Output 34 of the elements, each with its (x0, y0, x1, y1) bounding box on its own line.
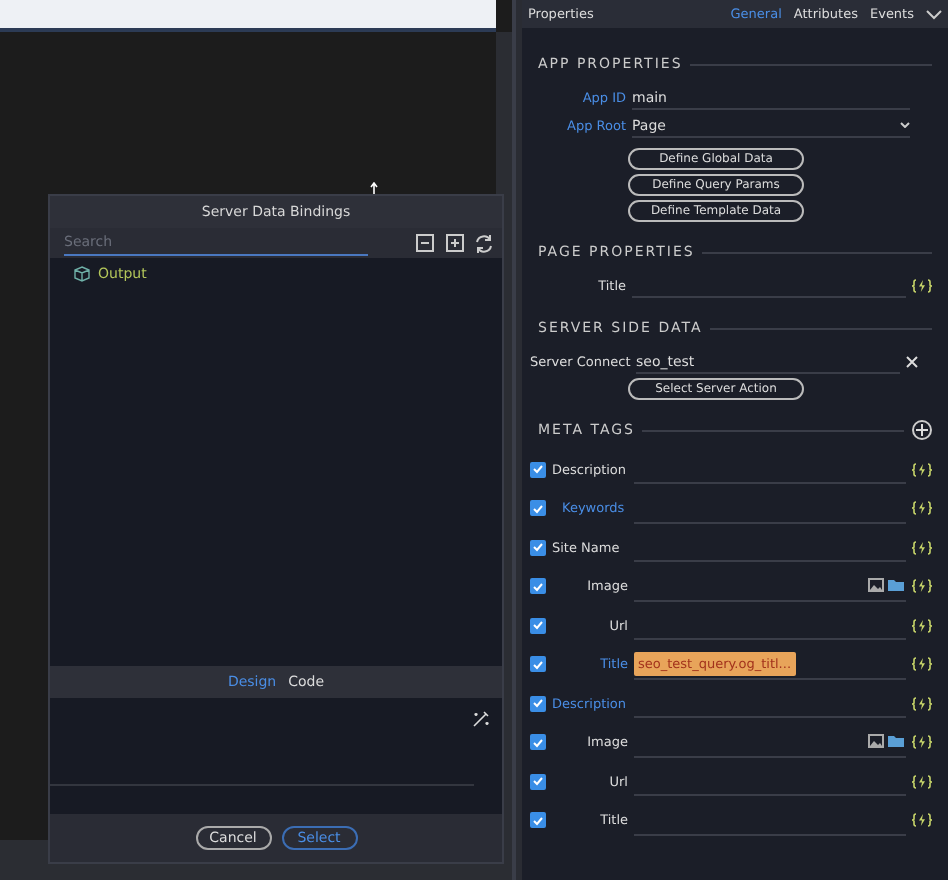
image-icon[interactable] (868, 734, 884, 749)
image-icon[interactable] (868, 578, 884, 593)
add-icon[interactable] (912, 420, 932, 440)
checkbox[interactable] (530, 734, 546, 751)
chevron-down-icon[interactable] (926, 9, 942, 19)
magic-wand-icon[interactable] (472, 710, 490, 728)
collapse-icon[interactable] (414, 233, 434, 253)
checkbox[interactable] (530, 461, 546, 478)
dynamic-data-icon[interactable] (912, 578, 932, 595)
dynamic-data-icon[interactable] (912, 812, 932, 829)
close-icon[interactable] (906, 356, 918, 368)
checkbox[interactable] (530, 656, 546, 673)
dynamic-data-icon[interactable] (912, 773, 932, 790)
dynamic-data-icon[interactable] (912, 539, 932, 556)
cube-icon (74, 266, 90, 282)
dynamic-data-icon[interactable] (912, 656, 932, 673)
dynamic-data-icon[interactable] (912, 734, 932, 751)
dynamic-data-icon[interactable] (912, 617, 932, 634)
checkbox[interactable] (530, 617, 546, 634)
folder-icon[interactable] (888, 578, 906, 593)
dynamic-data-icon[interactable] (912, 695, 932, 712)
checkbox[interactable] (530, 695, 546, 712)
checkbox[interactable] (530, 812, 546, 829)
dynamic-data-icon[interactable] (912, 461, 932, 478)
dynamic-data-icon[interactable] (912, 278, 932, 294)
checkbox[interactable] (530, 578, 546, 595)
checkbox[interactable] (530, 539, 546, 556)
checkbox[interactable] (530, 773, 546, 790)
refresh-icon[interactable] (474, 233, 494, 253)
folder-icon[interactable] (888, 734, 906, 749)
checkbox[interactable] (530, 500, 546, 517)
expand-icon[interactable] (444, 233, 464, 253)
caret-icon (900, 122, 910, 128)
dynamic-data-icon[interactable] (912, 500, 932, 517)
